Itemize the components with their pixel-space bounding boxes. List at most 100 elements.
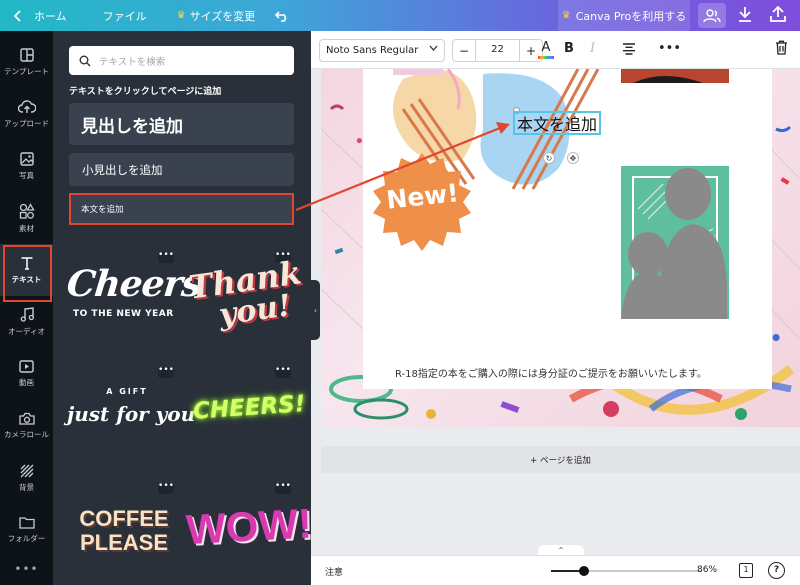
rail-label: フォルダー bbox=[7, 534, 46, 543]
zoom-slider[interactable] bbox=[551, 570, 701, 572]
panel-hint: テキストをクリックしてページに追加 bbox=[69, 87, 222, 97]
move-handle-icon[interactable]: ✥ bbox=[567, 152, 579, 164]
page-count-button[interactable]: 1 bbox=[739, 563, 753, 578]
color-swatch-bar bbox=[538, 56, 554, 59]
text-color-glyph: A bbox=[541, 40, 551, 55]
rail-label: 素材 bbox=[19, 223, 34, 233]
align-center-icon[interactable] bbox=[622, 43, 636, 58]
music-icon bbox=[20, 307, 34, 322]
tile-more-button[interactable]: ••• bbox=[158, 366, 174, 378]
rail-label: カメラロール bbox=[4, 430, 49, 439]
add-page-button[interactable]: + ページを追加 bbox=[321, 446, 800, 473]
text-combo-coffee[interactable]: COFFEE PLEASE bbox=[69, 507, 179, 557]
rail-label: 動画 bbox=[19, 378, 34, 387]
file-menu[interactable]: ファイル bbox=[103, 8, 147, 24]
tile-text: A GIFT bbox=[106, 387, 148, 396]
rail-item-video[interactable]: 動画 bbox=[0, 348, 53, 400]
text-color-button[interactable]: A bbox=[537, 40, 555, 59]
resize-button[interactable]: ♛ サイズを変更 bbox=[177, 8, 256, 24]
folder-icon bbox=[18, 517, 35, 529]
rail-label: アップロード bbox=[4, 118, 49, 128]
font-size-input[interactable]: 22 bbox=[475, 39, 520, 62]
tile-more-button[interactable]: ••• bbox=[158, 482, 174, 494]
upload-cloud-icon bbox=[17, 99, 36, 113]
rail-label: 背景 bbox=[19, 482, 34, 492]
text-combo-cheers[interactable]: Cheers TO THE NEW YEAR bbox=[64, 263, 204, 343]
rail-item-upload[interactable]: アップロード bbox=[0, 88, 53, 140]
rail-label: テンプレート bbox=[4, 66, 49, 76]
template-icon bbox=[19, 47, 34, 62]
elements-icon bbox=[19, 202, 35, 219]
search-placeholder: テキストを検索 bbox=[99, 56, 166, 68]
notes-button[interactable]: 注意 bbox=[325, 565, 343, 578]
rail-item-background[interactable]: 背景 bbox=[0, 452, 53, 504]
notice-text: R-18指定の本をご購入の際には身分証のご提示をお願いいたします。 bbox=[395, 369, 707, 380]
rotate-handle-icon[interactable]: ↻ bbox=[543, 152, 555, 164]
top-bar: ホーム ファイル ♛ サイズを変更 ♛ Canva Proを利用する bbox=[0, 0, 800, 31]
canva-pro-label: Canva Proを利用する bbox=[575, 9, 687, 23]
search-icon bbox=[79, 55, 91, 66]
zoom-slider-knob[interactable] bbox=[579, 566, 589, 576]
rail-label: テキスト bbox=[11, 274, 42, 284]
share-people-icon[interactable] bbox=[698, 3, 726, 28]
download-icon[interactable] bbox=[738, 6, 752, 25]
tile-more-button[interactable]: ••• bbox=[158, 251, 174, 263]
add-subheading-button[interactable]: 小見出しを追加 bbox=[69, 153, 294, 186]
tile-text: WOW! bbox=[184, 499, 311, 554]
more-options-button[interactable]: ••• bbox=[658, 41, 681, 56]
text-format-toolbar: Noto Sans Regular − 22 + A B I ••• bbox=[311, 31, 800, 69]
selected-body-text[interactable]: 本文を追加 bbox=[513, 111, 602, 135]
crown-icon: ♛ bbox=[561, 10, 571, 21]
help-button[interactable]: ? bbox=[768, 562, 785, 579]
italic-button[interactable]: I bbox=[590, 41, 595, 56]
tile-more-button[interactable]: ••• bbox=[275, 366, 291, 378]
text-search-input[interactable]: テキストを検索 bbox=[69, 46, 294, 75]
back-chevron-icon[interactable] bbox=[14, 9, 22, 22]
text-panel: テキストを検索 テキストをクリックしてページに追加 見出しを追加 小見出しを追加… bbox=[53, 31, 311, 585]
trash-icon[interactable] bbox=[775, 40, 788, 58]
rail-item-text[interactable]: テキスト bbox=[0, 244, 53, 302]
tile-text: just for you bbox=[67, 402, 196, 426]
upload-icon[interactable] bbox=[770, 5, 786, 25]
bold-button[interactable]: B bbox=[564, 41, 574, 56]
resize-label: サイズを変更 bbox=[189, 9, 256, 23]
font-family-dropdown[interactable]: Noto Sans Regular bbox=[319, 39, 445, 62]
add-heading-button[interactable]: 見出しを追加 bbox=[69, 103, 294, 145]
text-combo-wow[interactable]: WOW! bbox=[184, 499, 311, 563]
tile-more-button[interactable]: ••• bbox=[275, 482, 291, 494]
design-page[interactable]: New! 本文を追加 ↻ ✥ R-18指定の本をご購入の際には身分証のご提示をお… bbox=[321, 69, 800, 427]
text-combo-cheers-neon[interactable]: CHEERS! bbox=[192, 391, 306, 435]
camera-icon bbox=[18, 412, 35, 425]
tile-text: Cheers bbox=[64, 263, 204, 305]
rail-item-template[interactable]: テンプレート bbox=[0, 36, 53, 88]
tile-text: PLEASE bbox=[79, 530, 169, 555]
tile-text: TO THE NEW YEAR bbox=[73, 309, 174, 319]
home-link[interactable]: ホーム bbox=[34, 8, 67, 24]
font-family-value: Noto Sans Regular bbox=[326, 45, 419, 56]
rail-item-photo[interactable]: 写真 bbox=[0, 140, 53, 192]
rail-item-camera-roll[interactable]: カメラロール bbox=[0, 400, 53, 452]
font-size-decrease-button[interactable]: − bbox=[453, 44, 475, 58]
text-combo-thank-you[interactable]: Thank you! bbox=[186, 253, 304, 351]
text-combo-gift[interactable]: A GIFT just for you bbox=[67, 387, 196, 447]
bottom-bar: 注意 86% 1 ? bbox=[311, 555, 800, 585]
canva-pro-button[interactable]: ♛ Canva Proを利用する bbox=[558, 0, 690, 31]
more-apps-icon[interactable]: ••• bbox=[0, 562, 53, 576]
rail-label: オーディオ bbox=[8, 327, 45, 336]
annotation-highlight-body-button bbox=[69, 193, 294, 225]
font-size-stepper: − 22 + bbox=[452, 39, 543, 62]
rail-item-audio[interactable]: オーディオ bbox=[0, 296, 53, 348]
rail-item-folder[interactable]: フォルダー bbox=[0, 504, 53, 556]
undo-icon[interactable] bbox=[275, 10, 289, 22]
rail-label: 写真 bbox=[19, 170, 34, 180]
canvas-area: New! 本文を追加 ↻ ✥ R-18指定の本をご購入の際には身分証のご提示をお… bbox=[320, 69, 800, 547]
collapse-panel-handle[interactable]: ‹ bbox=[311, 280, 320, 340]
video-icon bbox=[19, 360, 34, 373]
tile-text: COFFEE bbox=[79, 506, 169, 531]
background-icon bbox=[20, 464, 33, 477]
tile-text: CHEERS! bbox=[192, 391, 307, 425]
design-paper: New! 本文を追加 ↻ ✥ R-18指定の本をご購入の際には身分証のご提示をお… bbox=[363, 69, 772, 389]
rail-item-elements[interactable]: 素材 bbox=[0, 192, 53, 244]
text-icon bbox=[21, 256, 32, 270]
zoom-value[interactable]: 86% bbox=[697, 565, 717, 575]
